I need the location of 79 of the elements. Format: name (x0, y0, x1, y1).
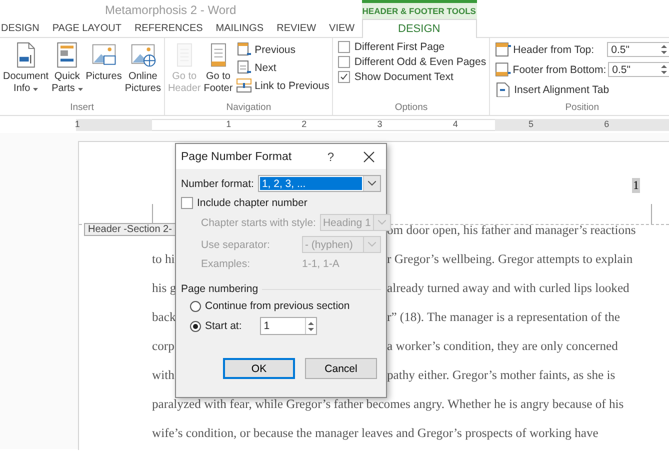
ribbon-button[interactable]: Pictures (86, 41, 122, 102)
ribbon-button[interactable]: Go to Footer (204, 41, 233, 102)
ruler-number: 2 (302, 119, 307, 129)
body-text: back (152, 310, 176, 324)
page-margin-icon (495, 42, 512, 57)
spin-label: Footer from Bottom: (512, 64, 606, 76)
help-button[interactable]: ? (327, 150, 334, 164)
dialog-button[interactable]: OK (223, 358, 295, 379)
checkbox-label: Different First Page (354, 41, 445, 53)
header-tag: Header -Section 2- (84, 223, 176, 236)
checkbox[interactable] (181, 197, 193, 209)
ruler-number: 5 (528, 119, 534, 129)
body-text: r Gregor’s wellbeing. Gregor attempts to explain (387, 252, 633, 267)
group-label: Navigation (226, 102, 272, 113)
field-label: Number format: (181, 178, 254, 190)
examples-value: 1-1, 1-A (302, 258, 340, 270)
body-text: a worker’s condition, they are only concerned (387, 339, 618, 354)
radio-label: Continue from previous section (205, 300, 350, 312)
spin-field[interactable]: 0.5" (608, 62, 669, 77)
checkbox-label: Include chapter number (197, 197, 308, 209)
number-format-dropdown[interactable]: 1, 2, 3, ... (258, 175, 381, 192)
group-label: Position (565, 102, 600, 113)
ribbon-tab[interactable]: DESIGN (0, 22, 40, 35)
ribbon-button[interactable]: Online Pictures (124, 41, 161, 102)
body-text: pathy either. Gregor’s mother faints, as she is (387, 368, 616, 383)
spinner-icon[interactable] (308, 320, 314, 332)
field-label: Examples: (201, 258, 250, 270)
checkbox[interactable] (338, 71, 350, 83)
group-label: Options (394, 102, 428, 113)
ruler-number: 3 (377, 119, 382, 129)
body-text: with (152, 368, 174, 382)
ruler-number: 4 (452, 119, 458, 129)
page-icon (236, 42, 252, 57)
section-label: Page numbering (181, 283, 258, 295)
page-margin-icon (495, 62, 511, 77)
radio-label: Start at: (205, 320, 242, 332)
field-label: Chapter starts with style: (201, 216, 316, 228)
ribbon-tab[interactable]: MAILINGS (214, 22, 265, 35)
checkbox[interactable] (338, 56, 350, 68)
field-label: Use separator: (201, 238, 270, 250)
ribbon-tab[interactable]: DESIGN (362, 19, 477, 38)
ruler-number: 6 (604, 119, 610, 129)
ribbon-button[interactable]: Quick Parts (52, 41, 83, 102)
page-number: 1 (632, 178, 640, 193)
spin-field[interactable]: 0.5" (607, 42, 669, 57)
body-text: corp (152, 339, 174, 353)
ribbon-button[interactable]: Link to Previous (236, 77, 330, 94)
body-text: paralyzed with fear, while Gregor’s father becomes angry. Whether he is angry because of his (152, 397, 624, 412)
link-icon (236, 78, 252, 93)
body-text: already turned away and with curled lips looked (387, 281, 630, 296)
dialog-button[interactable]: Cancel (305, 358, 377, 379)
ruler-number: 1 (226, 119, 232, 129)
radio-button[interactable] (190, 320, 201, 332)
radio-button[interactable] (190, 300, 201, 312)
ribbon-button[interactable]: Next (236, 59, 330, 76)
page-icon (236, 60, 252, 75)
checkbox-label: Show Document Text (354, 71, 454, 83)
body-text: r” (18). The manager is a representation of the (387, 310, 620, 325)
start-at-field[interactable]: 1 (260, 317, 317, 335)
spinner-icon[interactable] (661, 64, 668, 75)
contextual-tab-group: HEADER & FOOTER TOOLS (362, 0, 477, 19)
ribbon-tab[interactable]: REVIEW (276, 22, 318, 35)
window-title: Metamorphosis 2 - Word (105, 2, 236, 16)
checkbox[interactable] (338, 41, 350, 53)
ribbon-tab[interactable]: PAGE LAYOUT (51, 22, 122, 35)
page-icon (495, 82, 512, 97)
spin-label: Header from Top: (513, 44, 594, 56)
spinner-icon[interactable] (661, 44, 668, 55)
checkbox-label: Different Odd & Even Pages (354, 56, 486, 68)
ribbon-tab[interactable]: VIEW (328, 22, 356, 35)
ribbon-button[interactable]: Insert Alignment Tab (495, 81, 669, 98)
group-label: Insert (70, 102, 94, 113)
dialog-title: Page Number Format (181, 150, 293, 162)
ribbon-tab[interactable]: REFERENCES (133, 22, 204, 35)
body-text: to hi (152, 252, 175, 266)
ribbon-button[interactable]: Document Info (3, 41, 49, 102)
body-text: wife’s condition, or because the manager leaves and Gregor’s prospects of working have (152, 426, 598, 441)
ruler-number: 1 (74, 119, 80, 129)
ribbon-button[interactable]: Previous (236, 41, 330, 58)
